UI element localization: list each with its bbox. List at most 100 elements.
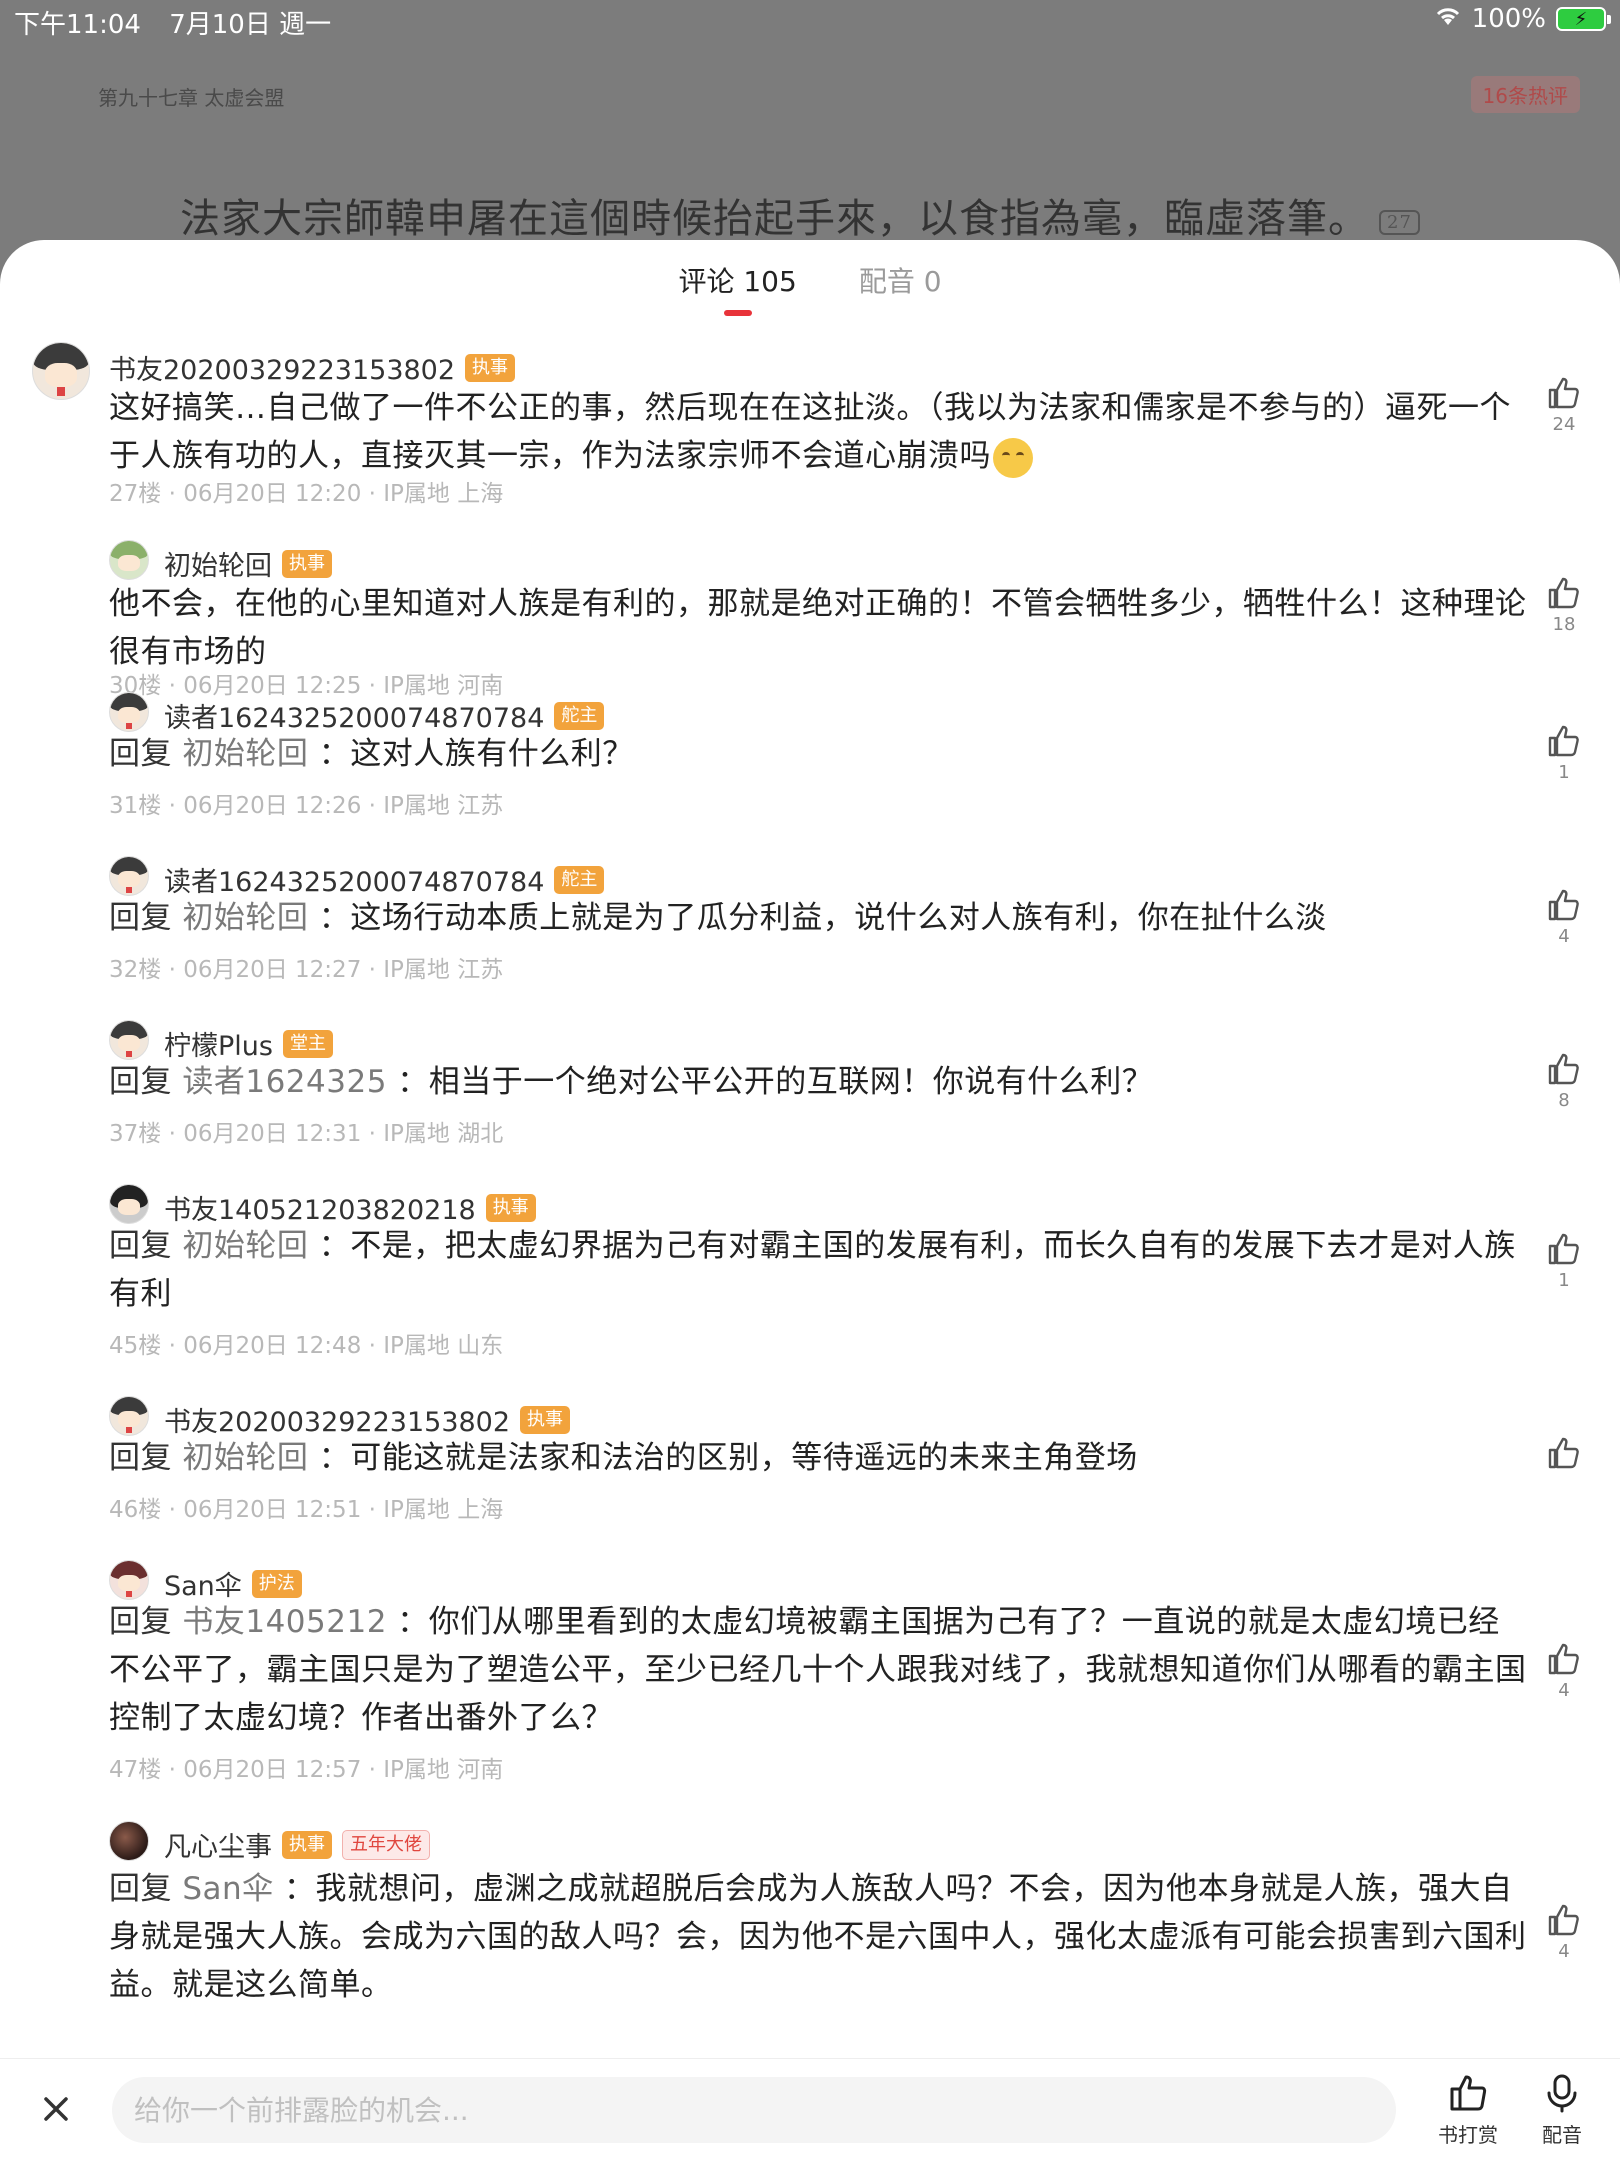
user-name: 凡心尘事 <box>164 1832 272 1863</box>
rank-badge: 执事 <box>465 353 516 382</box>
comment-input-bar: 书打赏 配音 <box>0 2058 1620 2160</box>
rank-badge: 执事 <box>485 1193 536 1222</box>
comment-item: 书友20200329223153802 执事 回复 初始轮回 ：可能这就是法家和法… <box>0 1394 1620 1558</box>
avatar[interactable] <box>109 692 149 732</box>
comment-item: 读者1624325200074870784 舵主 回复 初始轮回 ：这对人族有什么… <box>0 690 1620 854</box>
thumbs-up-icon <box>1548 889 1579 921</box>
like-count: 8 <box>1558 1090 1570 1111</box>
dub-label: 配音 <box>1542 2123 1582 2147</box>
comment-user[interactable]: 初始轮回 执事 <box>164 544 332 583</box>
comment-text: 回复 读者1624325 ：相当于一个绝对公平公开的互联网！你说有什么利？ <box>109 1064 1154 1100</box>
rank-badge: 执事 <box>520 1405 571 1434</box>
paragraph-comment-count[interactable]: 27 <box>1379 209 1420 235</box>
reader-text: 法家大宗師韓申屠在這個時候抬起手來，以食指為毫，臨虛落筆。 <box>180 196 1369 242</box>
comment-input[interactable] <box>112 2077 1396 2143</box>
like-button[interactable]: 8 <box>1534 1052 1594 1111</box>
comment-meta: 47楼 · 06月20日 12:57 · IP属地 河南 <box>109 1757 504 1783</box>
thumbs-up-icon <box>1548 725 1579 757</box>
comment-meta: 31楼 · 06月20日 12:26 · IP属地 江苏 <box>109 793 504 819</box>
comment-text: 他不会，在他的心里知道对人族是有利的，那就是绝对正确的！不管会牺牲多少，牺牲什么… <box>109 586 1527 670</box>
rank-badge: 执事 <box>282 1830 332 1859</box>
like-count: 24 <box>1552 414 1576 435</box>
avatar[interactable] <box>109 1396 149 1436</box>
avatar[interactable] <box>109 1184 149 1224</box>
like-button[interactable]: 1 <box>1534 1232 1594 1291</box>
hot-comments-badge[interactable]: 16条热评 <box>1470 76 1580 113</box>
reply-target[interactable]: 书友1405212 <box>182 1604 387 1640</box>
comment-meta: 45楼 · 06月20日 12:48 · IP属地 山东 <box>109 1333 504 1359</box>
comment-item: San伞 护法 回复 书友1405212 ：你们从哪里看到的太虚幻境被霸主国据为己… <box>0 1558 1620 1819</box>
comment-text: 回复 初始轮回 ：这对人族有什么利？ <box>109 736 634 772</box>
status-bar: 下午11:04 7月10日 週一 100% ⚡ <box>0 0 1620 40</box>
comment-text: 这好搞笑…自己做了一件不公正的事，然后现在在这扯淡。（我以为法家和儒家是不参与的… <box>109 384 1529 480</box>
rank-badge: 舵主 <box>554 865 605 894</box>
close-button[interactable] <box>36 2089 76 2129</box>
close-icon <box>44 2097 68 2121</box>
rank-badge: 护法 <box>251 1569 302 1598</box>
avatar[interactable] <box>109 856 149 896</box>
tip-label: 书打赏 <box>1438 2123 1498 2147</box>
like-count: 1 <box>1558 762 1570 783</box>
reply-target[interactable]: 初始轮回 <box>182 900 308 936</box>
comment-sheet: 评论 105 配音 0 书友20200329223153802 执事 这好搞笑…自… <box>0 240 1620 2160</box>
comment-item: 书友20200329223153802 执事 这好搞笑…自己做了一件不公正的事，然… <box>0 324 1620 536</box>
avatar[interactable] <box>109 540 149 580</box>
avatar[interactable] <box>109 1821 149 1861</box>
like-button[interactable]: 24 <box>1534 376 1594 435</box>
like-button[interactable] <box>1534 1436 1594 1474</box>
comment-user[interactable]: 书友20200329223153802 执事 <box>109 348 516 387</box>
avatar[interactable] <box>32 342 90 400</box>
reply-target[interactable]: 初始轮回 <box>182 1228 308 1264</box>
comment-item: 柠檬Plus 堂主 回复 读者1624325 ：相当于一个绝对公平公开的互联网！你… <box>0 1018 1620 1182</box>
tip-button[interactable]: 书打赏 <box>1428 2073 1508 2148</box>
dub-button[interactable]: 配音 <box>1522 2073 1602 2148</box>
tab-dubbing[interactable]: 配音 0 <box>859 254 942 324</box>
comment-user[interactable]: 凡心尘事 执事 五年大佬 <box>164 1825 430 1864</box>
like-button[interactable]: 18 <box>1534 576 1594 635</box>
avatar[interactable] <box>109 1020 149 1060</box>
like-count: 18 <box>1552 614 1576 635</box>
relieved-emoji-icon <box>993 437 1033 478</box>
comment-text: 回复 书友1405212 ：你们从哪里看到的太虚幻境被霸主国据为己有了？一直说的… <box>109 1604 1527 1736</box>
gift-thumb-icon <box>1450 2075 1487 2111</box>
battery-icon: ⚡ <box>1556 7 1611 31</box>
status-date: 7月10日 週一 <box>169 10 332 40</box>
comment-item: 凡心尘事 执事 五年大佬 回复 San伞 ：我就想问，虚渊之成就超脱后会成为人族敌人… <box>0 1819 1620 2049</box>
like-button[interactable]: 4 <box>1534 1642 1594 1701</box>
like-button[interactable]: 4 <box>1534 1903 1594 1962</box>
comment-text: 回复 初始轮回 ：可能这就是法家和法治的区别，等待遥远的未来主角登场 <box>109 1440 1138 1476</box>
tab-comments[interactable]: 评论 105 <box>678 254 797 324</box>
thumbs-up-icon <box>1548 577 1579 609</box>
veteran-badge: 五年大佬 <box>342 1829 430 1860</box>
rank-badge: 执事 <box>282 549 332 578</box>
comment-meta: 27楼 · 06月20日 12:20 · IP属地 上海 <box>109 481 504 507</box>
comment-meta: 32楼 · 06月20日 12:27 · IP属地 江苏 <box>109 957 504 983</box>
reply-target[interactable]: 初始轮回 <box>182 1440 308 1476</box>
reply-target[interactable]: 初始轮回 <box>182 736 308 772</box>
like-button[interactable]: 1 <box>1534 724 1594 783</box>
chapter-title: 第九十七章 太虚会盟 <box>98 86 285 110</box>
user-name: 初始轮回 <box>164 551 272 582</box>
thumbs-up-icon <box>1548 1053 1579 1085</box>
like-count: 4 <box>1558 926 1570 947</box>
comment-text: 回复 San伞 ：我就想问，虚渊之成就超脱后会成为人族敌人吗？不会，因为他本身就… <box>109 1871 1527 2003</box>
like-button[interactable]: 4 <box>1534 888 1594 947</box>
comment-tabs: 评论 105 配音 0 <box>0 254 1620 324</box>
status-time: 下午11:04 <box>14 10 141 40</box>
comment-text: 回复 初始轮回 ：这场行动本质上就是为了瓜分利益，说什么对人族有利，你在扯什么淡 <box>109 900 1327 936</box>
battery-percent: 100% <box>1471 4 1546 34</box>
comment-list[interactable]: 书友20200329223153802 执事 这好搞笑…自己做了一件不公正的事，然… <box>0 324 1620 2104</box>
user-name: 书友20200329223153802 <box>109 355 456 386</box>
avatar[interactable] <box>109 1560 149 1600</box>
reply-target[interactable]: San伞 <box>182 1871 273 1907</box>
like-count: 4 <box>1558 1941 1570 1962</box>
comment-item: 书友140521203820218 执事 回复 初始轮回 ：不是，把太虚幻界据为己… <box>0 1182 1620 1394</box>
wifi-icon <box>1434 4 1462 34</box>
comment-text: 回复 初始轮回 ：不是，把太虚幻界据为己有对霸主国的发展有利，而长久自有的发展下… <box>109 1228 1516 1312</box>
thumbs-up-icon <box>1548 1437 1579 1469</box>
reader-paragraph: 法家大宗師韓申屠在這個時候抬起手來，以食指為毫，臨虛落筆。 27 <box>180 186 1420 244</box>
like-count: 1 <box>1558 1270 1570 1291</box>
rank-badge: 堂主 <box>282 1029 333 1058</box>
reply-target[interactable]: 读者1624325 <box>182 1064 387 1100</box>
comment-meta: 46楼 · 06月20日 12:51 · IP属地 上海 <box>109 1497 504 1523</box>
